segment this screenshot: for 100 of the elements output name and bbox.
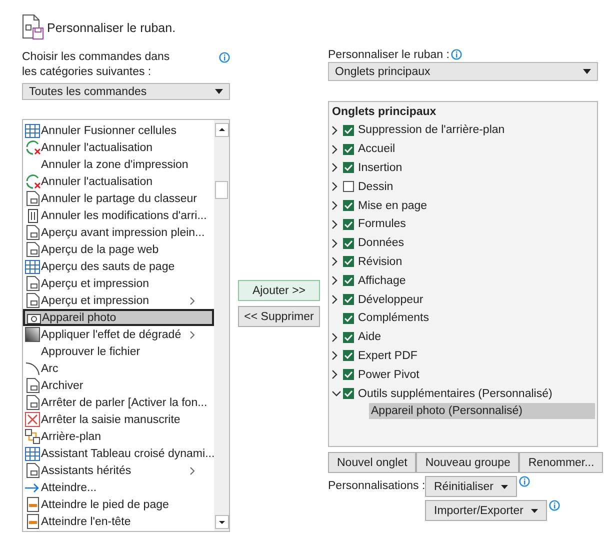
checkbox[interactable] xyxy=(343,294,354,306)
expand-icon[interactable] xyxy=(332,182,338,192)
reset-button[interactable]: Réinitialiser xyxy=(425,476,518,497)
tab-item[interactable]: Révision xyxy=(358,256,402,268)
checkbox[interactable] xyxy=(343,256,354,268)
checkbox[interactable] xyxy=(343,218,354,230)
tab-item[interactable]: Accueil xyxy=(358,143,396,156)
command-item[interactable]: Arc xyxy=(23,360,214,377)
category-dropdown[interactable]: Toutes les commandes xyxy=(22,83,230,100)
command-item[interactable]: Assistants hérités xyxy=(23,462,214,479)
collapse-icon[interactable] xyxy=(332,390,341,397)
expand-icon[interactable] xyxy=(332,351,338,360)
command-item[interactable]: Appliquer l'effet de dégradé xyxy=(23,326,214,343)
checkbox[interactable] xyxy=(343,332,354,343)
info-icon[interactable] xyxy=(451,49,462,60)
tab-item[interactable]: Aide xyxy=(358,331,382,344)
expand-icon[interactable] xyxy=(332,332,338,342)
tab-item[interactable]: Affichage xyxy=(358,274,406,287)
command-item[interactable]: Annuler Fusionner cellules xyxy=(23,122,214,139)
grid-icon xyxy=(25,446,40,460)
command-item[interactable]: Assistant Tableau croisé dynami... xyxy=(23,445,214,462)
document-icon xyxy=(26,293,40,308)
tab-item[interactable]: Formules xyxy=(358,218,406,230)
command-item[interactable]: Arrêter de parler [Activer la fon... xyxy=(23,394,214,411)
remove-button[interactable]: << Supprimer xyxy=(238,306,320,327)
command-item[interactable]: Aperçu et impression xyxy=(23,292,214,309)
checkbox[interactable] xyxy=(343,275,354,286)
tree-root[interactable]: Onglets principaux xyxy=(332,104,595,121)
camera-icon xyxy=(26,312,40,324)
command-item[interactable]: Aperçu de la page web xyxy=(23,241,214,258)
tab-item[interactable]: Données xyxy=(358,237,404,250)
command-item[interactable]: Aperçu avant impression plein... xyxy=(23,224,214,241)
checkbox[interactable] xyxy=(343,162,354,174)
checkbox[interactable] xyxy=(343,369,354,380)
tab-item[interactable]: Insertion xyxy=(358,162,402,174)
tree-action-button[interactable]: Nouvel onglet xyxy=(328,452,416,473)
arrow-icon xyxy=(25,482,40,492)
caret-icon xyxy=(583,69,591,74)
tab-item[interactable]: Outils supplémentaires (Personnalisé) xyxy=(358,388,552,400)
customizations-label: Personnalisations : xyxy=(328,479,425,494)
group-item[interactable]: Appareil photo (Personnalisé) xyxy=(369,402,595,419)
expand-icon[interactable] xyxy=(332,257,338,266)
tree-action-button[interactable]: Nouveau groupe xyxy=(416,452,520,473)
checkbox[interactable] xyxy=(343,200,354,212)
tab-item[interactable]: Power Pivot xyxy=(358,368,420,381)
command-item[interactable]: Annuler l'actualisation xyxy=(23,173,214,190)
checkbox[interactable] xyxy=(343,350,354,362)
expand-icon[interactable] xyxy=(332,163,338,172)
expand-icon[interactable] xyxy=(332,238,338,248)
command-item[interactable]: Atteindre le pied de page xyxy=(23,496,214,513)
checkbox[interactable] xyxy=(343,124,354,136)
expand-icon[interactable] xyxy=(332,220,338,229)
checkbox[interactable] xyxy=(343,388,354,400)
scroll-down-icon[interactable] xyxy=(214,515,228,529)
command-item[interactable]: Annuler l'actualisation xyxy=(23,139,214,156)
trash-icon xyxy=(26,208,38,223)
tab-item[interactable]: Suppression de l'arrière-plan xyxy=(358,124,505,136)
scrollbar[interactable] xyxy=(214,120,229,531)
command-item[interactable]: Annuler les modifications d'arri... xyxy=(23,207,214,224)
commands-label: Choisir les commandes dans les catégories suivantes : xyxy=(22,50,171,80)
tab-item[interactable]: Expert PDF xyxy=(358,350,418,362)
expand-icon[interactable] xyxy=(332,276,338,286)
import-export-button[interactable]: Importer/Exporter xyxy=(425,500,548,521)
tab-item[interactable]: Mise en page xyxy=(358,200,428,212)
checkbox[interactable] xyxy=(343,144,354,155)
tree-action-button[interactable]: Renommer... xyxy=(519,452,604,473)
expand-icon[interactable] xyxy=(332,201,338,210)
info-icon[interactable] xyxy=(519,476,530,487)
info-icon[interactable] xyxy=(549,500,560,511)
command-item[interactable]: Aperçu et impression xyxy=(23,275,214,292)
tab-item[interactable]: Dessin xyxy=(358,180,394,193)
document-icon xyxy=(26,378,40,393)
scroll-up-icon[interactable] xyxy=(214,123,228,137)
expand-icon[interactable] xyxy=(332,370,338,380)
document-icon xyxy=(26,191,40,206)
caret-icon xyxy=(531,508,538,512)
tab-item[interactable]: Développeur xyxy=(358,294,424,306)
command-item[interactable]: Annuler la zone d'impression xyxy=(23,156,214,173)
expand-icon[interactable] xyxy=(332,295,338,304)
checkbox[interactable] xyxy=(343,238,354,249)
document-icon xyxy=(26,225,40,240)
command-item[interactable]: Approuver le fichier xyxy=(23,343,214,360)
command-item[interactable]: Annuler le partage du classeur xyxy=(23,190,214,207)
command-item[interactable]: Atteindre l'en-tête xyxy=(23,513,214,530)
add-button[interactable]: Ajouter >> xyxy=(238,280,320,301)
scroll-thumb[interactable] xyxy=(215,181,228,199)
checkbox[interactable] xyxy=(343,181,354,192)
command-item[interactable]: Atteindre... xyxy=(23,479,214,496)
command-item[interactable]: Arrêter la saisie manuscrite xyxy=(23,411,214,428)
info-icon[interactable] xyxy=(219,52,230,63)
expand-icon[interactable] xyxy=(332,126,338,135)
command-item[interactable]: Archiver xyxy=(23,377,214,394)
command-item[interactable]: Arrière-plan xyxy=(23,428,214,445)
checkbox[interactable] xyxy=(343,312,354,324)
document-icon xyxy=(26,276,40,291)
expand-icon[interactable] xyxy=(332,144,338,154)
tab-item[interactable]: Compléments xyxy=(358,312,429,324)
command-item[interactable]: Aperçu des sauts de page xyxy=(23,258,214,275)
command-item[interactable]: Appareil photo xyxy=(23,309,214,326)
ribbon-dropdown[interactable]: Onglets principaux xyxy=(328,62,598,81)
